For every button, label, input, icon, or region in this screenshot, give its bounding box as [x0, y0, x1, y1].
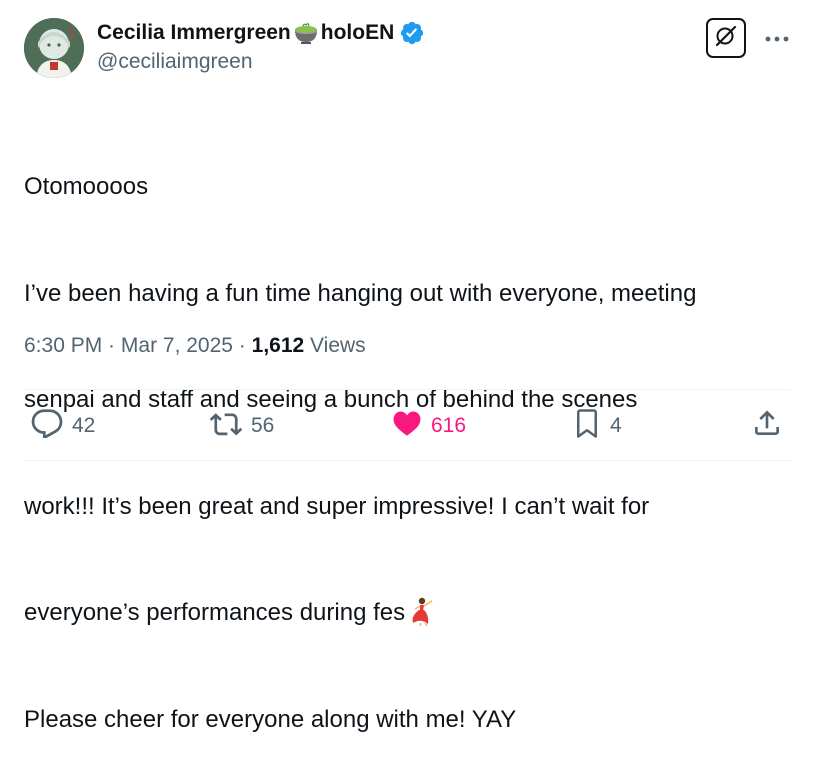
tweet-line: Please cheer for everyone along with me!… — [24, 705, 517, 733]
views-label: Views — [310, 334, 366, 357]
tweet-line: everyone’s performances during fes — [24, 599, 406, 626]
tweet-line: work!!! It’s been great and super impres… — [24, 492, 650, 520]
tweet-meta: 6:30 PM · Mar 7, 2025 · 1,612 Views — [24, 334, 366, 358]
tweet-line-with-emoji: everyone’s performances during fes — [24, 595, 794, 631]
more-icon — [765, 30, 789, 48]
author-name-row[interactable]: Cecilia Immergreen holoEN — [97, 18, 425, 48]
grok-icon — [714, 24, 738, 53]
repost-icon — [209, 408, 243, 444]
repost-count: 56 — [251, 414, 275, 437]
grok-button[interactable] — [706, 18, 746, 58]
divider — [24, 460, 791, 461]
avatar[interactable] — [24, 18, 84, 78]
verified-badge-icon[interactable] — [399, 20, 425, 46]
author-display-name-suffix[interactable]: holoEN — [321, 21, 395, 45]
divider — [24, 389, 791, 390]
meta-separator: · — [102, 334, 121, 357]
tweet-line: I’ve been having a fun time hanging out … — [24, 279, 697, 307]
share-button[interactable] — [751, 404, 783, 448]
like-count: 616 — [431, 414, 467, 437]
bookmark-button[interactable]: 4 — [572, 404, 622, 448]
matcha-bowl-icon — [292, 20, 320, 46]
like-button[interactable]: 616 — [391, 404, 466, 448]
tweet-date[interactable]: Mar 7, 2025 — [121, 334, 233, 357]
bookmark-icon — [572, 407, 602, 445]
share-icon — [751, 407, 783, 445]
author-display-name[interactable]: Cecilia Immergreen — [97, 21, 291, 45]
author-handle[interactable]: @ceciliaimgreen — [97, 50, 253, 74]
dancer-emoji-icon — [405, 596, 437, 627]
views-count: 1,612 — [251, 334, 305, 357]
bookmark-count: 4 — [610, 414, 622, 437]
repost-button[interactable]: 56 — [209, 404, 274, 448]
more-button[interactable] — [758, 22, 796, 56]
meta-separator: · — [232, 334, 252, 357]
reply-count: 42 — [72, 414, 96, 437]
heart-icon — [391, 408, 423, 444]
reply-button[interactable]: 42 — [30, 404, 95, 448]
reply-icon — [30, 408, 64, 444]
action-bar: 42 56 616 4 — [24, 404, 794, 448]
tweet-line: Otomoooos — [24, 173, 149, 200]
tweet-time[interactable]: 6:30 PM — [24, 334, 102, 357]
